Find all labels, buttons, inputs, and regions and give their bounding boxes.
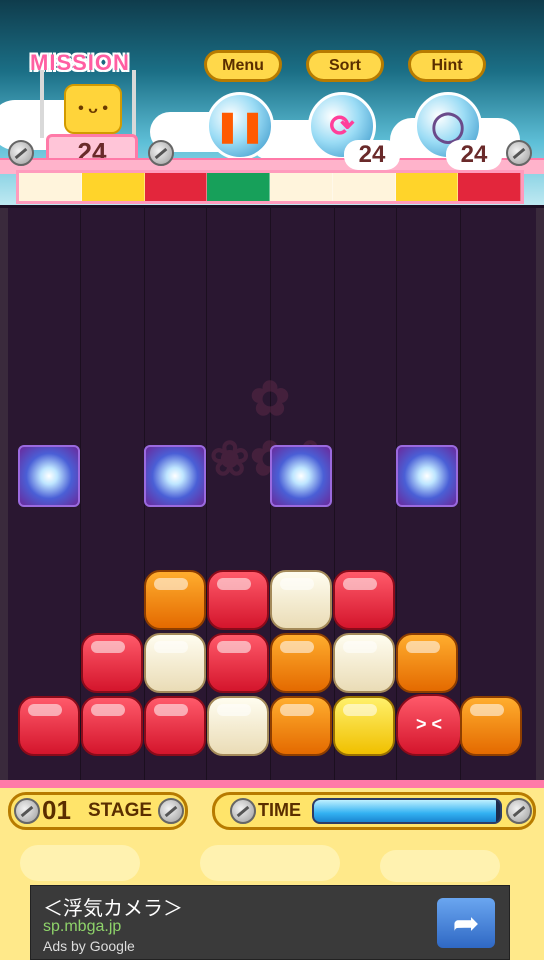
refresh-icon: ⟳ [329,110,355,143]
share-arrow-icon[interactable]: ➦ [437,898,495,948]
cloud-decoration [200,845,340,881]
red-monster-block[interactable]: > < [396,694,462,756]
ad-title[interactable]: ＜浮気カメラ＞ [43,892,183,921]
magnifier-icon: ◯ [431,110,465,143]
strip-cell [144,173,208,201]
bolt-icon [8,140,34,166]
jelly-block-yellow[interactable] [333,696,395,756]
jelly-block-red[interactable] [207,633,269,693]
sparkle-gem[interactable] [396,445,458,507]
time-bar-fill [314,800,497,822]
bolt-icon [506,140,532,166]
jelly-block-orange[interactable] [270,633,332,693]
hint-button[interactable]: Hint [408,50,486,82]
time-bar [312,798,502,824]
bottom-divider [0,780,544,788]
cloud-decoration [20,845,140,881]
sparkle-gem[interactable] [144,445,206,507]
bolt-icon [230,798,256,824]
jelly-block-cream[interactable] [144,633,206,693]
board-column-line [460,208,461,780]
sparkle-gem[interactable] [18,445,80,507]
sort-count: 24 [344,140,400,170]
bolt-icon [506,798,532,824]
strip-cell [81,173,145,201]
jelly-block-orange[interactable] [144,570,206,630]
sparkle-gem[interactable] [270,445,332,507]
bolt-icon [14,798,40,824]
board-column-line [80,208,81,780]
jelly-block-red[interactable] [81,696,143,756]
mascot-icon: • ᴗ • [64,84,122,134]
jelly-block-red[interactable] [144,696,206,756]
jelly-block-orange[interactable] [460,696,522,756]
time-label: TIME [258,800,301,820]
strip-cell [395,173,459,201]
ad-attribution: Ads by Google [43,938,135,954]
pause-icon: ❚❚ [214,110,266,143]
strip-cell [332,173,396,201]
strip-cell [270,173,333,201]
jelly-block-cream[interactable] [270,570,332,630]
hint-count: 24 [446,140,502,170]
stage-number: 01 [42,795,71,825]
menu-button[interactable]: Menu [204,50,282,82]
strip-cell [207,173,270,201]
jelly-block-red[interactable] [18,696,80,756]
ad-url[interactable]: sp.mbga.jp [43,918,121,936]
ad-banner[interactable]: ＜浮気カメラ＞ sp.mbga.jp Ads by Google ➦ [30,885,510,960]
stage-label: STAGE [88,800,153,821]
jelly-block-orange[interactable] [270,696,332,756]
jelly-block-cream[interactable] [333,633,395,693]
jelly-block-cream[interactable] [207,696,269,756]
jelly-block-red[interactable] [81,633,143,693]
cloud-decoration [380,850,500,882]
bolt-icon [148,140,174,166]
strip-cell [19,173,82,201]
next-row-strip [16,170,524,204]
pause-button[interactable]: ❚❚ [206,92,274,160]
jelly-block-red[interactable] [207,570,269,630]
sort-button[interactable]: Sort [306,50,384,82]
jelly-block-orange[interactable] [396,633,458,693]
strip-cell [458,173,521,201]
jelly-block-red[interactable] [333,570,395,630]
bolt-icon [158,798,184,824]
